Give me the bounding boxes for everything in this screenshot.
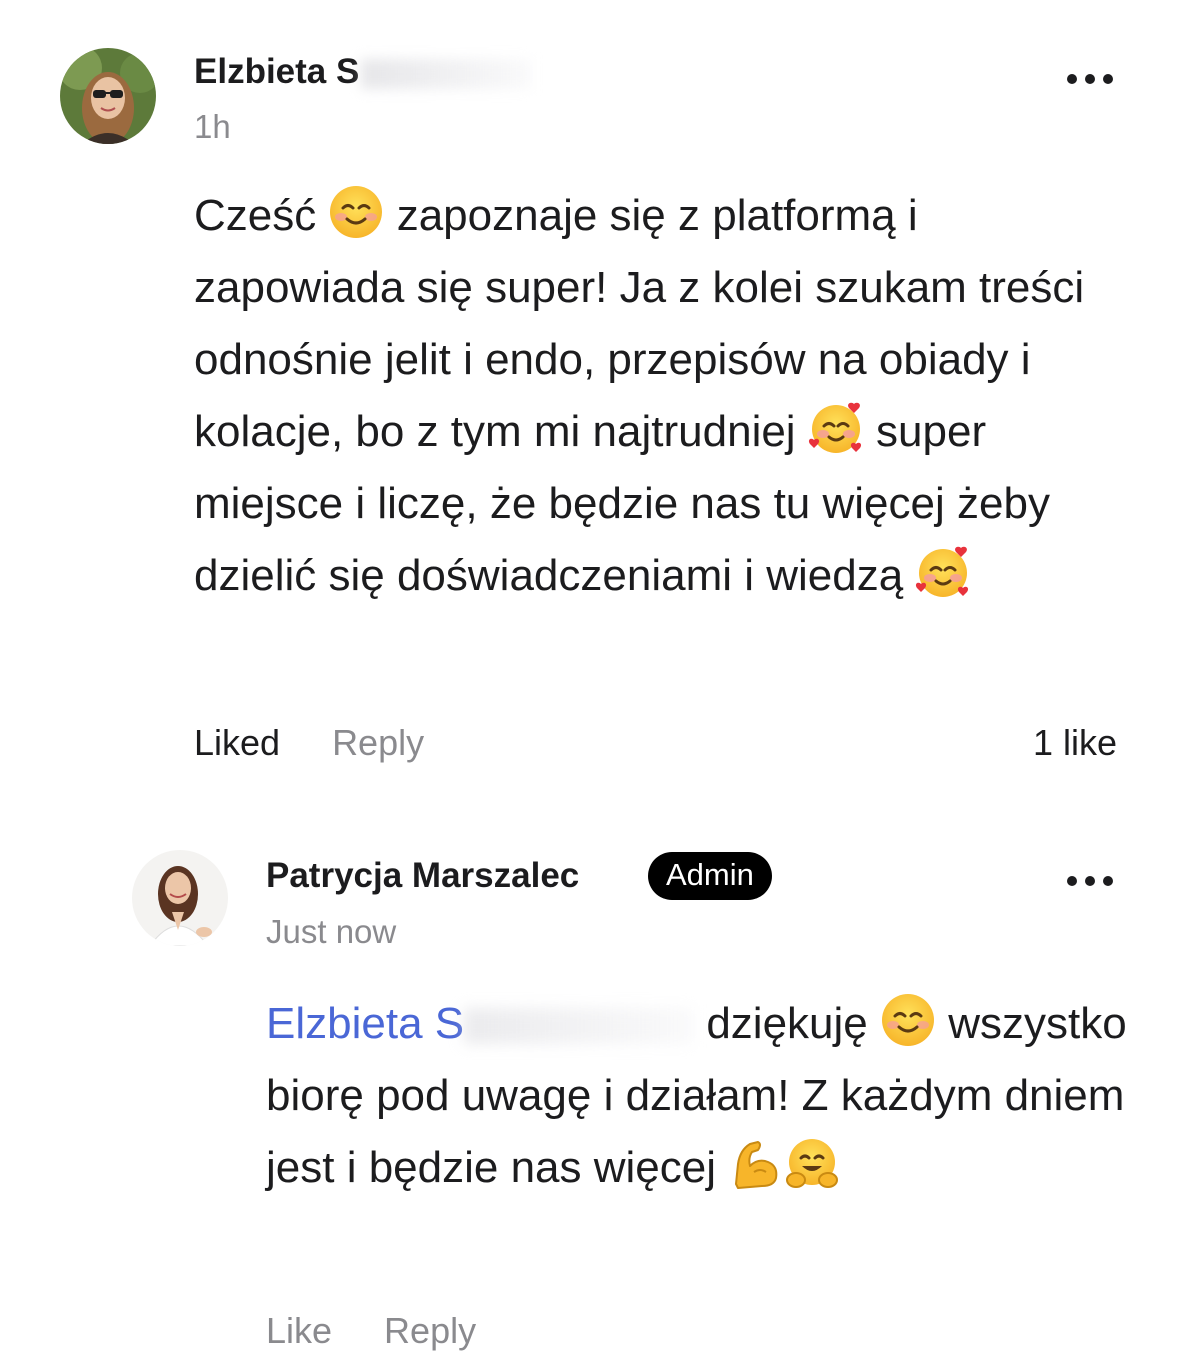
redacted-name bbox=[361, 58, 532, 89]
smiling-face-emoji bbox=[328, 184, 384, 240]
comment-timestamp: 1h bbox=[194, 108, 231, 145]
body-text-part: Cześć bbox=[194, 191, 329, 240]
like-count[interactable]: 1 like bbox=[1033, 722, 1117, 764]
comment-author[interactable]: Elzbieta S bbox=[194, 52, 532, 92]
avatar[interactable] bbox=[132, 850, 228, 946]
hugging-face-emoji bbox=[784, 1136, 840, 1192]
comment-body: Elzbieta S dziękuję wszystko biorę pod u… bbox=[266, 988, 1146, 1204]
smiling-face-emoji bbox=[880, 992, 936, 1048]
avatar[interactable] bbox=[60, 48, 156, 144]
comment-body: Cześć zapoznaje się z platformą i zapowi… bbox=[194, 180, 1134, 612]
smiling-face-with-hearts-emoji bbox=[915, 544, 971, 600]
like-button[interactable]: Like bbox=[266, 1310, 332, 1352]
more-options-icon[interactable] bbox=[1067, 73, 1113, 85]
mention-link[interactable]: Elzbieta S bbox=[266, 999, 464, 1048]
comment-actions: Like Reply bbox=[266, 1310, 476, 1352]
reply-button[interactable]: Reply bbox=[384, 1310, 476, 1352]
comment-timestamp: Just now bbox=[266, 913, 397, 950]
redacted-name bbox=[464, 1008, 695, 1045]
comment-author[interactable]: Patrycja Marszalec bbox=[266, 856, 579, 896]
smiling-face-with-hearts-emoji bbox=[808, 400, 864, 456]
reply-button[interactable]: Reply bbox=[332, 722, 424, 764]
flexed-biceps-emoji bbox=[728, 1136, 784, 1192]
more-options-icon[interactable] bbox=[1067, 875, 1113, 887]
comment-actions: Liked Reply bbox=[194, 722, 424, 764]
comments-thread: Elzbieta S 1h Cześć zapoznaje się z plat… bbox=[0, 0, 1179, 1362]
like-button[interactable]: Liked bbox=[194, 722, 280, 764]
author-name[interactable]: Elzbieta S bbox=[194, 52, 359, 91]
body-text-part: dziękuję bbox=[694, 999, 880, 1048]
admin-badge: Admin bbox=[648, 852, 772, 900]
